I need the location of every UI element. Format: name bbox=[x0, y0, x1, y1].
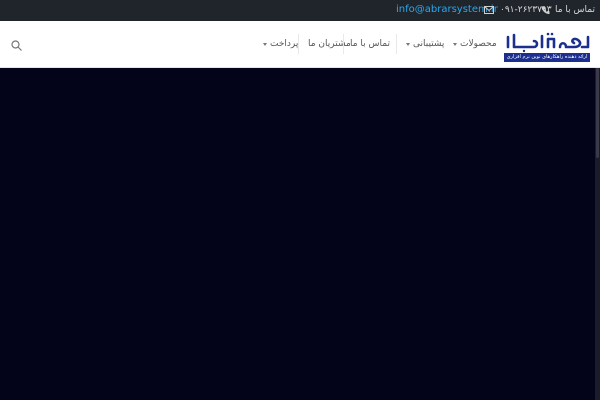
menu-item-contact[interactable]: تماس با ما bbox=[350, 39, 390, 49]
chevron-down-icon bbox=[453, 42, 457, 46]
envelope-icon bbox=[484, 6, 494, 14]
hero-section bbox=[0, 68, 595, 400]
site-logo[interactable]: ارائه دهنده راهکارهای نوین نرم افزاری bbox=[504, 31, 590, 63]
menu-separator bbox=[396, 34, 397, 54]
phone-icon bbox=[541, 6, 550, 15]
menu-item-support[interactable]: پشتیبانی bbox=[403, 39, 444, 49]
menu-item-products[interactable]: محصولات bbox=[450, 39, 497, 49]
menu-separator bbox=[343, 34, 344, 54]
top-bar: info@abrarsystem.ir ۰۹۱-۲۶۲۳۷۹۳ تماس با … bbox=[0, 0, 600, 21]
menu-separator bbox=[298, 34, 299, 54]
menu-item-payment[interactable]: پرداخت bbox=[260, 39, 298, 49]
logo-tagline: ارائه دهنده راهکارهای نوین نرم افزاری bbox=[504, 53, 590, 62]
search-icon[interactable] bbox=[11, 40, 22, 51]
scrollbar-thumb[interactable] bbox=[596, 68, 599, 158]
menu-item-customers[interactable]: مشتریان ما bbox=[308, 39, 351, 49]
chevron-down-icon bbox=[263, 42, 267, 46]
site-header: پرداخت مشتریان ما تماس با ما پشتیبانی مح… bbox=[0, 21, 600, 68]
page-scrollbar[interactable] bbox=[595, 68, 600, 400]
contact-link[interactable]: تماس با ما bbox=[555, 5, 595, 15]
email-link[interactable]: info@abrarsystem.ir bbox=[396, 4, 498, 15]
logo-mark bbox=[506, 32, 590, 53]
chevron-down-icon bbox=[406, 42, 410, 46]
